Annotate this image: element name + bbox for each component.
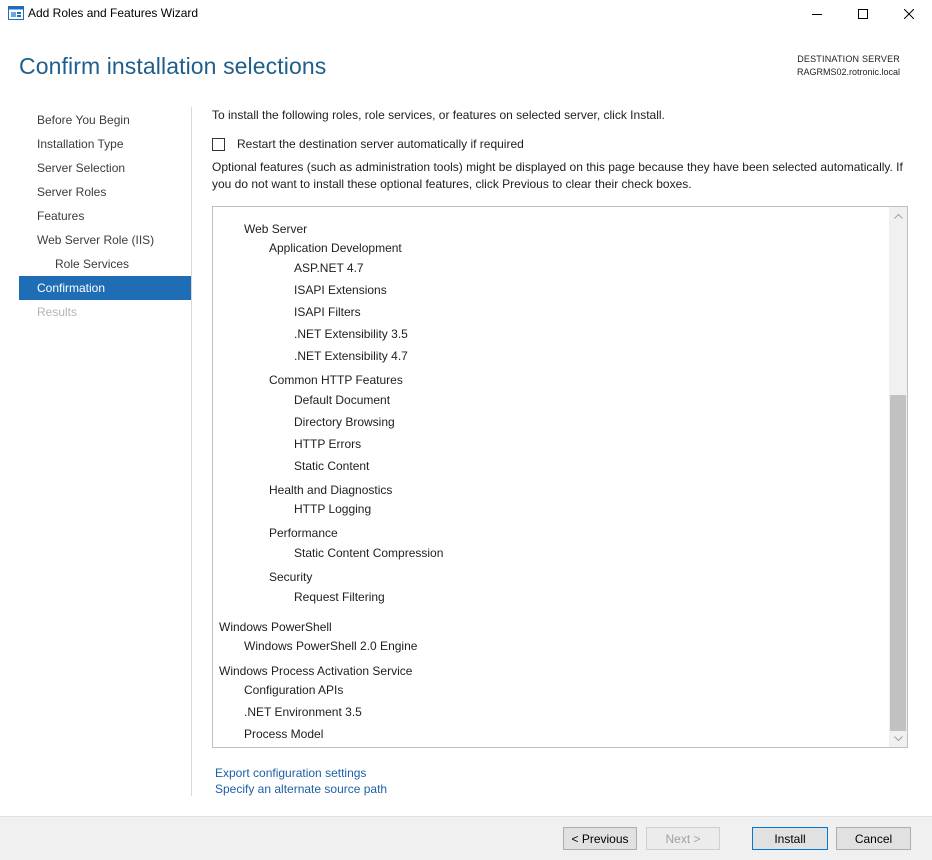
features-list: Web Server Application Development ASP.NET… xyxy=(213,207,889,747)
scroll-down-button[interactable] xyxy=(889,730,907,747)
feature-item: Windows PowerShell 2.0 Engine xyxy=(244,639,418,653)
title-bar: Add Roles and Features Wizard xyxy=(0,0,932,28)
minimize-button[interactable] xyxy=(794,0,840,28)
feature-item: Configuration APIs xyxy=(244,683,344,697)
nav-item-results: Results xyxy=(37,305,78,319)
restart-checkbox[interactable] xyxy=(212,137,225,151)
chevron-up-icon xyxy=(893,213,903,219)
feature-item: ISAPI Extensions xyxy=(294,283,387,297)
nav-item-server-selection[interactable]: Server Selection xyxy=(19,156,191,180)
feature-item: .NET Extensibility 4.7 xyxy=(294,349,408,363)
features-scrollbar[interactable] xyxy=(889,207,907,747)
chevron-down-icon xyxy=(893,735,903,741)
next-button[interactable]: Next > xyxy=(646,827,720,850)
feature-item: Performance xyxy=(269,526,338,540)
feature-item: Common HTTP Features xyxy=(269,373,403,387)
feature-item: Application Development xyxy=(269,241,402,255)
nav-item-installation-type[interactable]: Installation Type xyxy=(19,132,191,156)
destination-server-label: DESTINATION SERVER xyxy=(797,54,900,64)
feature-item: Process Model xyxy=(244,727,324,741)
nav-item-before-you-begin[interactable]: Before You Begin xyxy=(19,108,191,132)
maximize-icon xyxy=(858,9,868,19)
feature-item: .NET Environment 3.5 xyxy=(244,705,362,719)
install-button[interactable]: Install xyxy=(752,827,828,850)
intro-text: To install the following roles, role ser… xyxy=(212,108,665,122)
feature-item: Static Content xyxy=(294,459,370,473)
scroll-thumb[interactable] xyxy=(890,395,906,731)
close-window-button[interactable] xyxy=(886,0,932,28)
previous-button[interactable]: < Previous xyxy=(563,827,637,850)
feature-item: ASP.NET 4.7 xyxy=(294,261,364,275)
feature-item: Web Server xyxy=(244,222,308,236)
feature-item: .NET Extensibility 3.5 xyxy=(294,327,408,341)
features-list-box[interactable]: Web Server Application Development ASP.NET… xyxy=(212,206,908,748)
feature-item: Windows Process Activation Service xyxy=(219,664,413,678)
wizard-header: Confirm installation selections DESTINAT… xyxy=(0,28,932,104)
export-configuration-link[interactable]: Export configuration settings xyxy=(215,766,366,780)
scroll-up-button[interactable] xyxy=(889,207,907,224)
feature-item: Windows PowerShell xyxy=(219,620,332,634)
restart-checkbox-label[interactable]: Restart the destination server automatic… xyxy=(237,137,524,151)
cancel-button[interactable]: Cancel xyxy=(836,827,911,850)
destination-server-name: RAGRMS02.rotronic.local xyxy=(796,67,900,77)
server-manager-icon xyxy=(8,6,24,20)
feature-item: Static Content Compression xyxy=(294,546,444,560)
close-icon xyxy=(904,9,914,19)
nav-divider xyxy=(191,107,192,796)
alternate-source-path-link[interactable]: Specify an alternate source path xyxy=(215,782,387,796)
feature-item: HTTP Errors xyxy=(294,437,362,451)
nav-item-web-server-role-iis[interactable]: Web Server Role (IIS) xyxy=(19,228,191,252)
nav-item-features[interactable]: Features xyxy=(19,204,191,228)
restart-option[interactable]: Restart the destination server automatic… xyxy=(212,136,524,152)
wizard-footer: < Previous Next > Install Cancel xyxy=(0,816,932,860)
page-title: Confirm installation selections xyxy=(19,53,327,79)
feature-item: Default Document xyxy=(294,393,391,407)
nav-item-confirmation[interactable]: Confirmation xyxy=(19,276,191,300)
feature-item: Request Filtering xyxy=(294,590,385,604)
window-title: Add Roles and Features Wizard xyxy=(28,6,199,20)
feature-item: Health and Diagnostics xyxy=(269,483,393,497)
nav-item-role-services[interactable]: Role Services xyxy=(19,252,191,276)
wizard-steps-nav: Before You Begin Installation Type Server … xyxy=(19,108,191,324)
nav-item-server-roles[interactable]: Server Roles xyxy=(19,180,191,204)
maximize-button[interactable] xyxy=(840,0,886,28)
clipped-item-remnant xyxy=(304,207,322,209)
feature-item: Security xyxy=(269,570,313,584)
optional-features-note: Optional features (such as administratio… xyxy=(212,160,903,191)
minimize-icon xyxy=(812,14,822,15)
feature-item: Directory Browsing xyxy=(294,415,395,429)
feature-item: HTTP Logging xyxy=(294,502,372,516)
feature-item: ISAPI Filters xyxy=(294,305,361,319)
